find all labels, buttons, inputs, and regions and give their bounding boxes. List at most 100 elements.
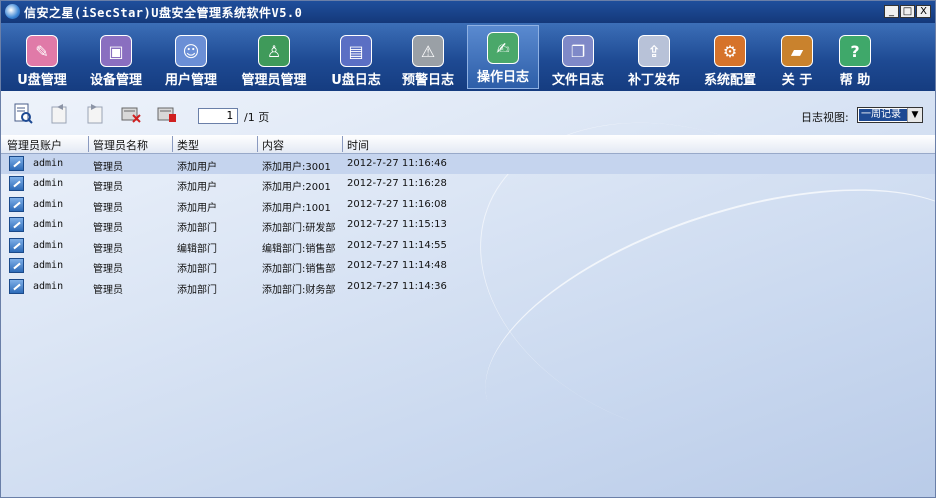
table-row[interactable]: admin 管理员 添加用户 添加用户:1001 2012-7-27 11:16… xyxy=(1,195,935,215)
cell-name: 管理员 xyxy=(93,182,123,193)
usb-manage-icon: ✎ xyxy=(26,35,58,67)
column-divider[interactable] xyxy=(88,136,89,152)
toolbar-file-log[interactable]: ❐ 文件日志 xyxy=(547,29,609,89)
app-window: 信安之星(iSecStar)U盘安全管理系统软件V5.0 _ □ X ✎ U盘管… xyxy=(0,0,936,498)
toolbar-warning-log[interactable]: ⚠ 预警日志 xyxy=(397,29,459,89)
cell-account: admin xyxy=(33,178,64,189)
cell-name: 管理员 xyxy=(93,264,123,275)
cell-type: 添加用户 xyxy=(177,203,217,214)
toolbar-usb-manage[interactable]: ✎ U盘管理 xyxy=(11,29,73,89)
toolbar-device-manage[interactable]: ▣ 设备管理 xyxy=(85,29,147,89)
toolbar-admin-manage[interactable]: ♙ 管理员管理 xyxy=(237,29,311,89)
cell-content: 添加用户:3001 xyxy=(262,162,331,173)
cell-name: 管理员 xyxy=(93,162,123,173)
toolbar-label: 预警日志 xyxy=(401,73,454,88)
table-row[interactable]: admin 管理员 添加部门 添加部门:财务部 2012-7-27 11:14:… xyxy=(1,277,935,297)
minimize-button[interactable]: _ xyxy=(884,5,899,18)
log-view-selected-value: 一周记录 xyxy=(859,109,908,121)
table-row[interactable]: admin 管理员 添加用户 添加用户:2001 2012-7-27 11:16… xyxy=(1,174,935,194)
title-bar: 信安之星(iSecStar)U盘安全管理系统软件V5.0 _ □ X xyxy=(1,1,935,23)
chevron-down-icon[interactable]: ▼ xyxy=(907,108,922,122)
log-entry-icon xyxy=(9,176,24,191)
cell-account: admin xyxy=(33,199,64,210)
cell-name: 管理员 xyxy=(93,203,123,214)
table-row[interactable]: admin 管理员 编辑部门 编辑部门:销售部 2012-7-27 11:14:… xyxy=(1,236,935,256)
cell-type: 添加部门 xyxy=(177,223,217,234)
toolbar-help[interactable]: ? 帮 助 xyxy=(831,29,879,89)
warning-log-icon: ⚠ xyxy=(412,35,444,67)
cell-type: 添加用户 xyxy=(177,182,217,193)
cell-type: 添加部门 xyxy=(177,264,217,275)
cell-content: 添加部门:销售部 xyxy=(262,264,336,275)
log-toolbar: 1 /1 页 日志视图: 一周记录 ▼ xyxy=(1,91,935,135)
system-config-icon: ⚙ xyxy=(714,35,746,67)
column-header-time[interactable]: 时间 xyxy=(347,137,369,153)
log-entry-icon xyxy=(9,156,24,171)
clear-log-icon[interactable] xyxy=(157,102,177,124)
admin-manage-icon: ♙ xyxy=(258,35,290,67)
file-log-icon: ❐ xyxy=(562,35,594,67)
log-view-label: 日志视图: xyxy=(801,111,849,124)
device-manage-icon: ▣ xyxy=(100,35,132,67)
page-number-input[interactable]: 1 xyxy=(198,108,238,124)
previous-page-icon[interactable] xyxy=(49,102,69,124)
cell-account: admin xyxy=(33,158,64,169)
log-view-select[interactable]: 一周记录 ▼ xyxy=(857,107,923,123)
toolbar-operation-log[interactable]: ✍ 操作日志 xyxy=(467,25,539,89)
column-header-account[interactable]: 管理员账户 xyxy=(7,137,62,153)
delete-log-icon[interactable] xyxy=(121,102,141,124)
maximize-button[interactable]: □ xyxy=(900,5,915,18)
table-row[interactable]: admin 管理员 添加用户 添加用户:3001 2012-7-27 11:16… xyxy=(1,154,935,174)
cell-content: 添加用户:1001 xyxy=(262,203,331,214)
column-divider[interactable] xyxy=(342,136,343,152)
toolbar-label: 关 于 xyxy=(781,73,813,88)
usb-log-icon: ▤ xyxy=(340,35,372,67)
column-header-content[interactable]: 内容 xyxy=(262,137,284,153)
close-button[interactable]: X xyxy=(916,5,931,18)
log-entry-icon xyxy=(9,197,24,212)
log-panel: 1 /1 页 日志视图: 一周记录 ▼ 管理员账户 管理员名称 类型 内容 时间… xyxy=(1,68,935,497)
toolbar-about[interactable]: ▰ 关 于 xyxy=(773,29,821,89)
patch-publish-icon: ⇪ xyxy=(638,35,670,67)
cell-time: 2012-7-27 11:16:46 xyxy=(347,158,447,169)
query-icon[interactable] xyxy=(13,102,33,124)
cell-time: 2012-7-27 11:14:55 xyxy=(347,240,447,251)
page-total-label: /1 页 xyxy=(244,111,270,124)
toolbar-usb-log[interactable]: ▤ U盘日志 xyxy=(325,29,387,89)
cell-content: 添加部门:研发部 xyxy=(262,223,336,234)
cell-time: 2012-7-27 11:16:08 xyxy=(347,199,447,210)
cell-time: 2012-7-27 11:16:28 xyxy=(347,178,447,189)
toolbar-system-config[interactable]: ⚙ 系统配置 xyxy=(699,29,761,89)
cell-content: 添加部门:财务部 xyxy=(262,285,336,296)
operation-log-icon: ✍ xyxy=(487,32,519,64)
cell-time: 2012-7-27 11:15:13 xyxy=(347,219,447,230)
toolbar-label: 设备管理 xyxy=(89,73,142,88)
toolbar-label: U盘日志 xyxy=(331,73,381,88)
column-header-name[interactable]: 管理员名称 xyxy=(93,137,148,153)
cell-content: 编辑部门:销售部 xyxy=(262,244,336,255)
window-title: 信安之星(iSecStar)U盘安全管理系统软件V5.0 xyxy=(24,6,303,20)
cell-content: 添加用户:2001 xyxy=(262,182,331,193)
main-toolbar: ✎ U盘管理 ▣ 设备管理 ☺ 用户管理 ♙ 管理员管理 ▤ U盘日志 ⚠ 预警… xyxy=(1,23,935,91)
cell-name: 管理员 xyxy=(93,244,123,255)
toolbar-label: 操作日志 xyxy=(476,70,529,85)
toolbar-user-manage[interactable]: ☺ 用户管理 xyxy=(159,29,223,89)
column-divider[interactable] xyxy=(172,136,173,152)
table-row[interactable]: admin 管理员 添加部门 添加部门:销售部 2012-7-27 11:14:… xyxy=(1,256,935,276)
cell-time: 2012-7-27 11:14:48 xyxy=(347,260,447,271)
column-header-type[interactable]: 类型 xyxy=(177,137,199,153)
log-entry-icon xyxy=(9,258,24,273)
table-row[interactable]: admin 管理员 添加部门 添加部门:研发部 2012-7-27 11:15:… xyxy=(1,215,935,235)
toolbar-patch-publish[interactable]: ⇪ 补丁发布 xyxy=(623,29,685,89)
user-manage-icon: ☺ xyxy=(175,35,207,67)
app-logo-icon xyxy=(5,4,20,19)
next-page-icon[interactable] xyxy=(85,102,105,124)
column-divider[interactable] xyxy=(257,136,258,152)
cell-type: 添加部门 xyxy=(177,285,217,296)
window-controls: _ □ X xyxy=(884,5,931,18)
log-entry-icon xyxy=(9,238,24,253)
cell-account: admin xyxy=(33,281,64,292)
log-entry-icon xyxy=(9,217,24,232)
cell-name: 管理员 xyxy=(93,285,123,296)
toolbar-label: 管理员管理 xyxy=(241,73,307,88)
